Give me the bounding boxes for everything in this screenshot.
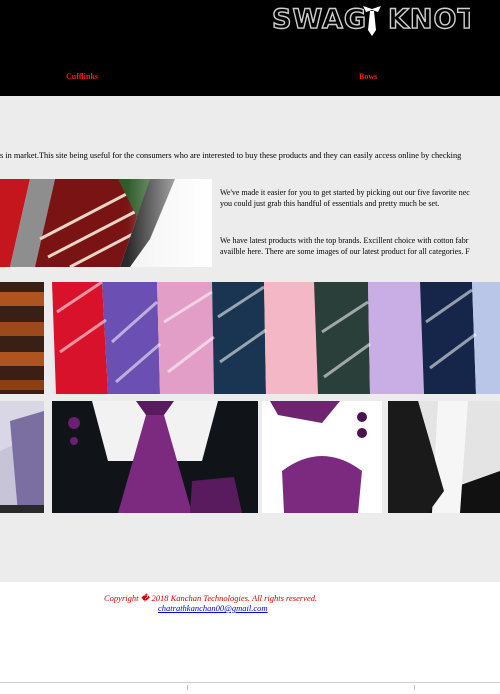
- logo-text-swag: SWAG: [272, 4, 367, 35]
- desc-line: We have latest products with the top bra…: [220, 236, 469, 245]
- gallery-image-purple-cufflinks: [262, 401, 382, 513]
- gallery-image-shirt-edge: [0, 401, 44, 513]
- logo-text-knot: KNOT: [388, 4, 470, 35]
- desc-line: you could just grab this handful of esse…: [220, 198, 440, 208]
- intro-description: We've made it easier for you to get star…: [220, 188, 500, 209]
- gallery-image-purple-tie-set: [52, 401, 258, 513]
- swag-knot-logo[interactable]: SWAG KNOT: [270, 0, 470, 40]
- footer-divider: [187, 685, 188, 690]
- desc-line: We've made it easier for you to get star…: [220, 188, 470, 197]
- site-footer: Copyright � 2018 Kanchan Technologies. A…: [0, 582, 500, 694]
- nav-link-cufflinks[interactable]: Cufflinks: [66, 72, 98, 81]
- site-header: SWAG KNOT Cufflinks Bows: [0, 0, 500, 96]
- nav-link-bows[interactable]: Bows: [359, 72, 377, 81]
- gallery-image-tie-collection: [52, 282, 500, 394]
- products-description: We have latest products with the top bra…: [220, 236, 500, 257]
- tie-hero-image: [0, 179, 212, 267]
- desc-line: availble here. There are some images of …: [220, 246, 470, 256]
- main-content: s in market.This site being useful for t…: [0, 96, 500, 582]
- footer-divider: [414, 685, 415, 690]
- footer-divider: [0, 682, 500, 683]
- gallery-image-suit-tie: [388, 401, 500, 513]
- intro-text: s in market.This site being useful for t…: [0, 151, 462, 160]
- contact-email-link[interactable]: chatrathkanchan00@gmail.com: [158, 603, 268, 613]
- gallery-image-striped-ties-left: [0, 282, 44, 394]
